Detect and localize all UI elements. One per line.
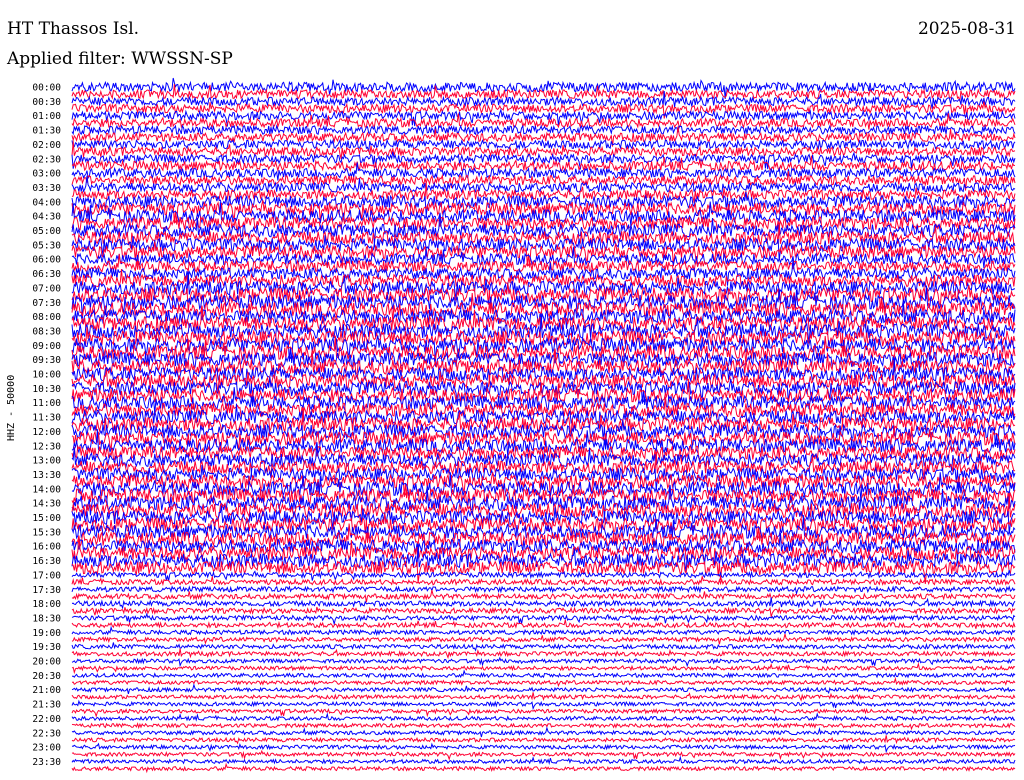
helicorder-plot: 00:00 00:30 01:00 01:30 02:00 02:30 03:00 03:30… — [32, 77, 1016, 774]
hour-label: 13:30 — [32, 470, 61, 481]
hour-label: 03:30 — [32, 183, 61, 194]
hour-labels: 00:00 00:30 01:00 01:30 02:00 02:30 03:00 03:30… — [32, 83, 61, 768]
hour-label: 18:30 — [32, 613, 61, 624]
trace-line-red — [71, 676, 1016, 688]
trace-line-red — [71, 513, 1016, 542]
trace-line-red — [71, 735, 1016, 745]
trace-line-blue — [71, 585, 1016, 596]
hour-label: 21:00 — [32, 685, 61, 696]
trace-line-blue — [71, 201, 1016, 227]
trace-line-blue — [71, 742, 1016, 754]
hour-label: 23:30 — [32, 757, 61, 768]
hour-label: 15:00 — [32, 513, 61, 524]
trace-line-red — [71, 633, 1016, 645]
hour-label: 22:00 — [32, 714, 61, 725]
hour-label: 02:00 — [32, 140, 61, 151]
hour-label: 00:30 — [32, 97, 61, 108]
hour-label: 12:30 — [32, 441, 61, 452]
hour-label: 22:30 — [32, 728, 61, 739]
hour-label: 09:30 — [32, 355, 61, 366]
hour-label: 17:30 — [32, 585, 61, 596]
trace-line-red — [71, 722, 1016, 731]
trace-line-blue — [71, 625, 1016, 637]
hour-label: 14:30 — [32, 499, 61, 510]
trace-line-blue — [71, 656, 1016, 668]
hour-label: 20:00 — [32, 657, 61, 668]
trace-line-red — [71, 619, 1016, 629]
hour-label: 05:30 — [32, 240, 61, 251]
hour-label: 01:00 — [32, 111, 61, 122]
seismic-traces — [71, 77, 1016, 774]
trace-line-red — [71, 749, 1016, 761]
hour-label: 15:30 — [32, 527, 61, 538]
hour-label: 00:00 — [32, 83, 61, 94]
trace-line-red — [71, 662, 1016, 675]
hour-label: 11:00 — [32, 398, 61, 409]
hour-label: 19:00 — [32, 628, 61, 639]
hour-label: 12:00 — [32, 427, 61, 438]
trace-line-blue — [71, 669, 1016, 681]
trace-line-blue — [71, 699, 1016, 711]
hour-label: 01:30 — [32, 126, 61, 137]
trace-line-blue — [71, 712, 1016, 724]
hour-label: 16:30 — [32, 556, 61, 567]
trace-line-red — [71, 692, 1016, 702]
hour-label: 23:00 — [32, 743, 61, 754]
hour-label: 21:30 — [32, 700, 61, 711]
trace-line-blue — [71, 124, 1016, 136]
trace-line-red — [71, 762, 1016, 774]
hour-label: 05:00 — [32, 226, 61, 237]
hour-label: 20:30 — [32, 671, 61, 682]
hour-label: 04:30 — [32, 212, 61, 223]
hour-label: 19:30 — [32, 642, 61, 653]
trace-line-blue — [71, 642, 1016, 652]
trace-line-red — [71, 648, 1016, 660]
hour-label: 16:00 — [32, 542, 61, 553]
trace-line-red — [71, 576, 1016, 587]
hour-label: 09:00 — [32, 341, 61, 352]
hour-label: 02:30 — [32, 154, 61, 165]
hour-label: 03:00 — [32, 169, 61, 180]
trace-line-blue — [71, 755, 1016, 765]
hour-label: 08:00 — [32, 312, 61, 323]
hour-label: 17:00 — [32, 570, 61, 581]
hour-label: 11:30 — [32, 413, 61, 424]
trace-line-blue — [71, 597, 1016, 610]
trace-line-red — [71, 589, 1016, 603]
trace-line-blue — [71, 726, 1015, 738]
trace-line-blue — [71, 612, 1016, 626]
hour-label: 06:30 — [32, 269, 61, 280]
hour-label: 18:00 — [32, 599, 61, 610]
trace-line-blue — [71, 683, 1016, 695]
trace-line-red — [71, 523, 1016, 550]
hour-label: 13:00 — [32, 456, 61, 467]
hour-label: 14:00 — [32, 484, 61, 495]
trace-line-red — [71, 707, 1016, 718]
hour-label: 08:30 — [32, 326, 61, 337]
hour-label: 07:00 — [32, 283, 61, 294]
hour-label: 10:00 — [32, 370, 61, 381]
trace-line-red — [71, 606, 1016, 617]
hour-label: 07:30 — [32, 298, 61, 309]
hour-label: 04:00 — [32, 197, 61, 208]
hour-label: 06:00 — [32, 255, 61, 266]
hour-label: 10:30 — [32, 384, 61, 395]
